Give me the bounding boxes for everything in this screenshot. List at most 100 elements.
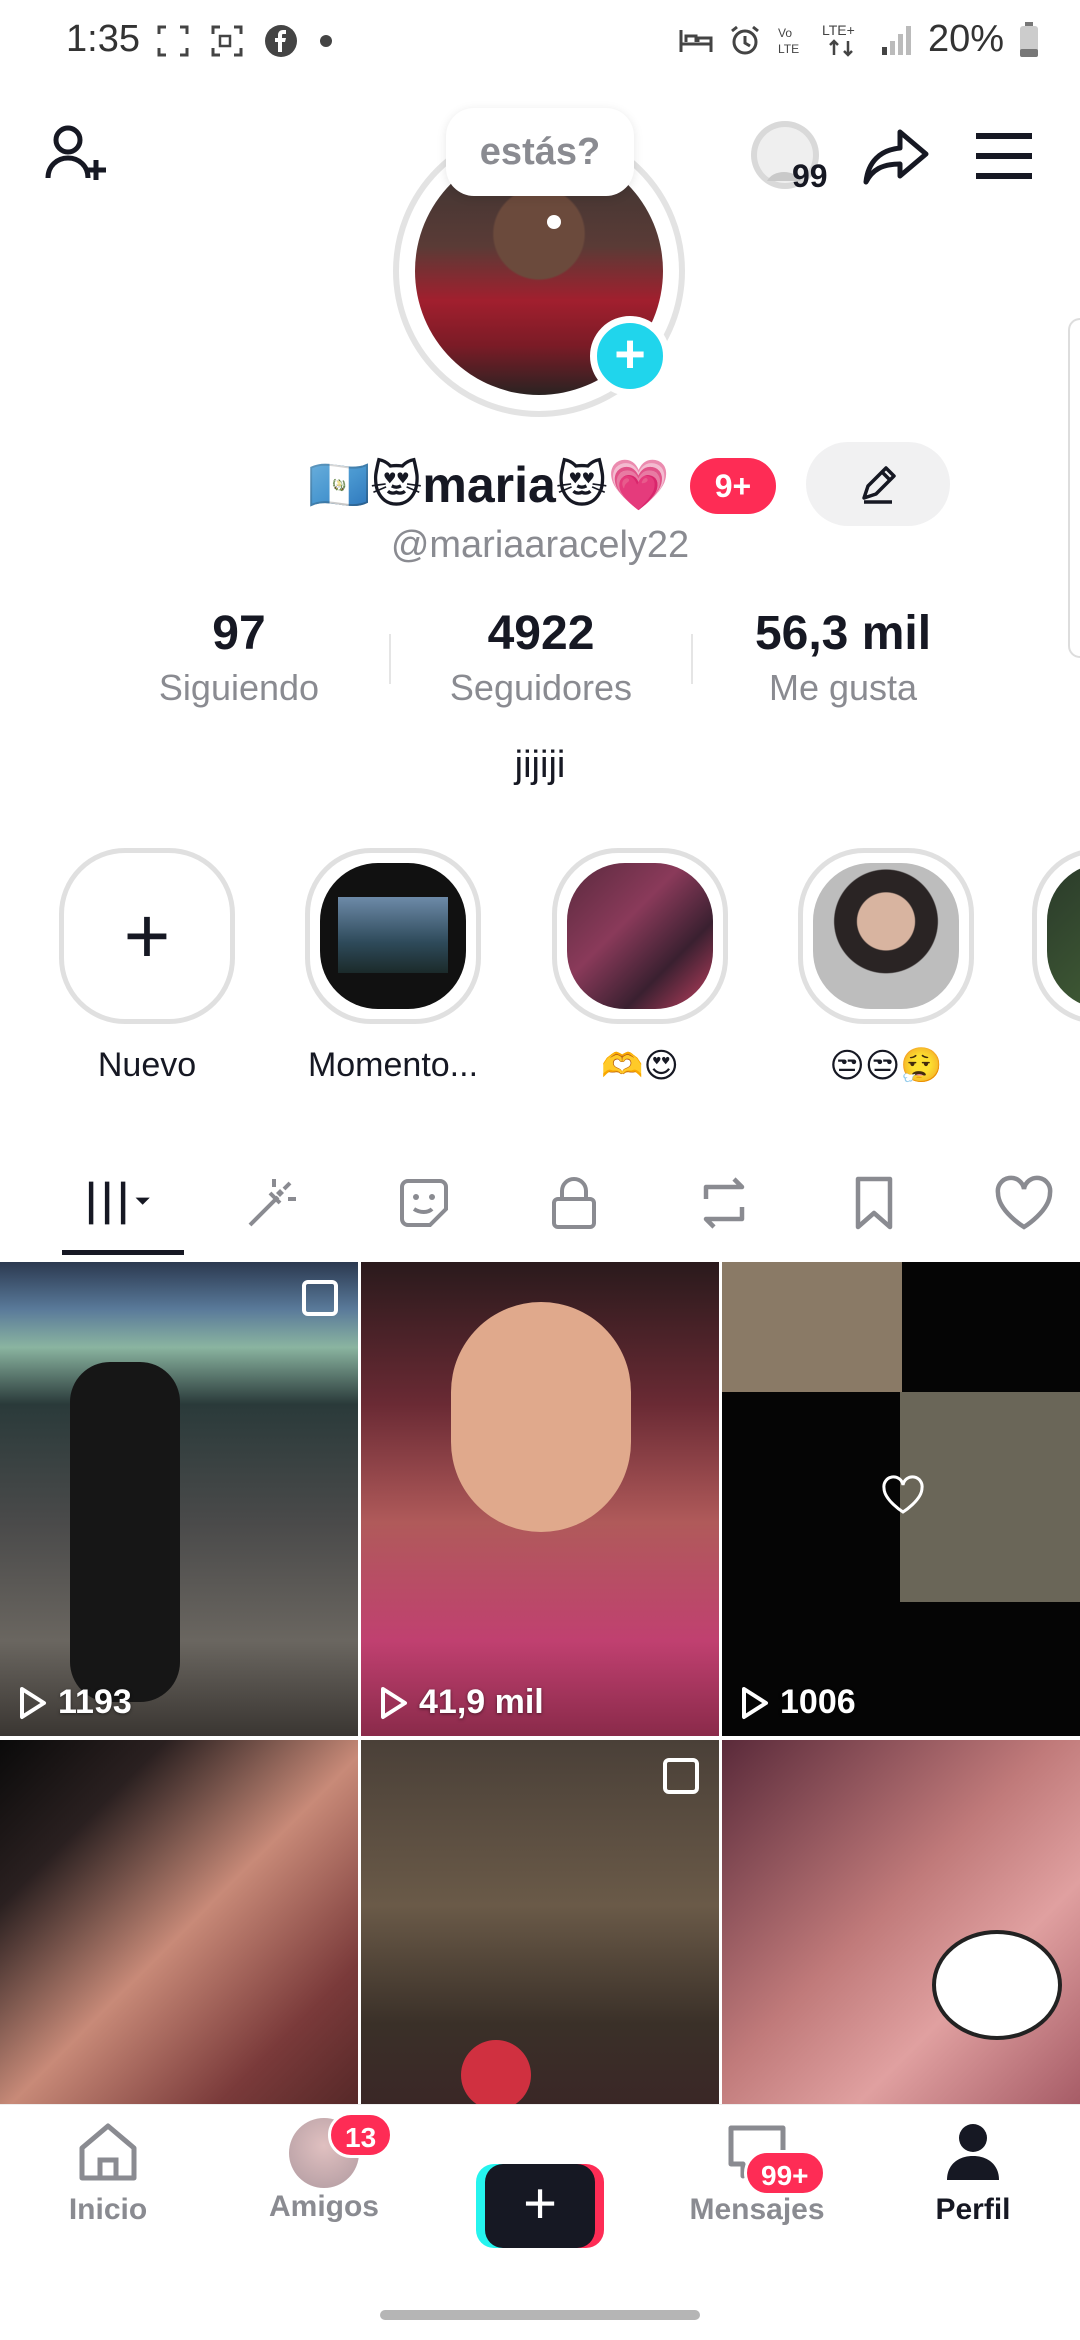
play-icon [742, 1686, 768, 1719]
battery-percent: 20% [927, 18, 1004, 60]
display-name: 🇬🇹😻maria😻💗 [308, 457, 671, 513]
nav-profile[interactable]: Perfil [893, 2118, 1053, 2227]
home-icon [79, 2123, 137, 2181]
screenshot-icon [157, 25, 189, 57]
highlight-item[interactable]: 🫶😍 [540, 848, 740, 1086]
multi-photo-icon [663, 1758, 699, 1794]
profile-views-count: 99 [792, 158, 828, 194]
add-friend-button[interactable] [36, 114, 116, 194]
highlight-label: 🫶😍 [601, 1047, 679, 1085]
battery-icon [1020, 21, 1038, 57]
following-stat[interactable]: 97 Siguiendo [89, 606, 389, 709]
plus-icon: + [123, 891, 171, 980]
video-thumbnail[interactable]: 1193 [0, 1262, 358, 1736]
lock-icon [552, 1177, 596, 1229]
lte-plus-icon: LTE+ [822, 22, 855, 57]
multi-photo-icon [302, 1280, 338, 1316]
pencil-icon [862, 466, 896, 504]
tab-effects[interactable] [232, 1168, 312, 1238]
highlight-label: 😒😒😮‍💨 [829, 1047, 943, 1085]
add-story-button[interactable]: + [590, 316, 670, 396]
home-indicator[interactable] [380, 2310, 700, 2320]
bookmark-icon [855, 1176, 893, 1230]
note-dot [547, 215, 561, 229]
tab-stickers[interactable] [384, 1168, 464, 1238]
tab-saved[interactable] [834, 1168, 914, 1238]
spotify-logo-icon [461, 2040, 531, 2110]
sticker-icon [400, 1179, 448, 1227]
tab-videos[interactable] [84, 1168, 164, 1238]
likes-label: Me gusta [768, 667, 918, 708]
tab-private[interactable] [534, 1168, 614, 1238]
friends-badge: 13 [328, 2112, 394, 2158]
username: @mariaaracely22 [390, 524, 690, 566]
svg-text:LTE: LTE [778, 42, 799, 56]
story-highlights: + Nuevo Momento... 🫶😍 😒😒😮‍💨 [0, 848, 1080, 1098]
nav-home[interactable]: Inicio [28, 2118, 188, 2227]
heart-outline-icon [882, 1475, 924, 1514]
volte-icon: Vo LTE [778, 26, 799, 56]
grid-videos-icon [88, 1181, 150, 1225]
heart-icon [995, 1175, 1053, 1230]
profile-icon [947, 2124, 999, 2180]
video-thumbnail[interactable]: 1006 [722, 1262, 1080, 1736]
view-count: 41,9 mil [379, 1683, 544, 1722]
sleep-mode-icon [679, 29, 713, 52]
menu-button[interactable] [964, 116, 1044, 196]
status-bar: 1:35 Vo LTE LTE+ 20% [0, 0, 1080, 90]
hamburger-menu-icon [976, 133, 1032, 179]
edge-panel-handle[interactable] [1068, 318, 1080, 658]
svg-text:Vo: Vo [778, 26, 792, 40]
followers-stat[interactable]: 4922 Seguidores [391, 606, 691, 709]
share-profile-button[interactable] [856, 116, 936, 196]
share-arrow-icon [863, 129, 929, 185]
screen-record-icon [211, 25, 243, 57]
following-label: Siguiendo [158, 667, 320, 708]
magic-wand-icon [248, 1179, 296, 1227]
messages-badge: 99+ [744, 2150, 826, 2196]
note-text: estás? [479, 131, 601, 173]
add-user-icon [45, 125, 106, 180]
tab-liked[interactable] [984, 1168, 1064, 1238]
dot-icon [320, 35, 332, 47]
view-count: 1006 [740, 1683, 856, 1722]
create-button[interactable]: + [476, 2164, 604, 2248]
followers-label: Seguidores [449, 667, 633, 708]
edit-profile-button[interactable] [806, 442, 950, 526]
highlight-new[interactable]: + Nuevo [47, 848, 247, 1085]
status-time: 1:35 [66, 18, 140, 60]
nav-messages-label: Mensajes [689, 2193, 825, 2226]
highlight-label: Momento... [307, 1046, 479, 1084]
name-badge[interactable]: 9+ [690, 458, 776, 514]
alarm-icon [731, 25, 759, 54]
plus-icon: + [485, 2164, 595, 2248]
highlight-cover [567, 863, 713, 1009]
highlight-label: Nuevo [97, 1046, 197, 1084]
video-thumbnail[interactable]: 41,9 mil [361, 1262, 719, 1736]
highlight-cover [813, 863, 959, 1009]
view-count: 1193 [18, 1683, 132, 1722]
bio: jijiji [514, 744, 566, 786]
highlight-cover [320, 863, 466, 1009]
profile-views-button[interactable]: 99 [742, 112, 832, 202]
hello-kitty-sticker [932, 1930, 1062, 2040]
profile-stats: 97 Siguiendo 4922 Seguidores 56,3 mil Me… [0, 606, 1080, 716]
likes-count: 56,3 mil [754, 607, 932, 660]
play-icon [381, 1686, 407, 1719]
likes-stat[interactable]: 56,3 mil Me gusta [693, 606, 993, 709]
tab-reposts[interactable] [684, 1168, 764, 1238]
nav-profile-label: Perfil [935, 2193, 1011, 2226]
following-count: 97 [212, 607, 266, 660]
content-tabs [0, 1148, 1080, 1258]
followers-count: 4922 [487, 607, 595, 660]
repost-icon [703, 1177, 745, 1229]
highlight-item[interactable]: 😒😒😮‍💨 [786, 848, 986, 1086]
facebook-icon [265, 25, 297, 57]
highlight-item[interactable]: Momento... [293, 848, 493, 1085]
highlight-item-partial[interactable] [1032, 848, 1080, 1024]
svg-text:LTE+: LTE+ [822, 22, 855, 38]
nav-home-label: Inicio [68, 2193, 148, 2226]
signal-icon [881, 25, 911, 55]
note-bubble[interactable]: estás? [446, 108, 634, 196]
play-icon [20, 1686, 46, 1719]
